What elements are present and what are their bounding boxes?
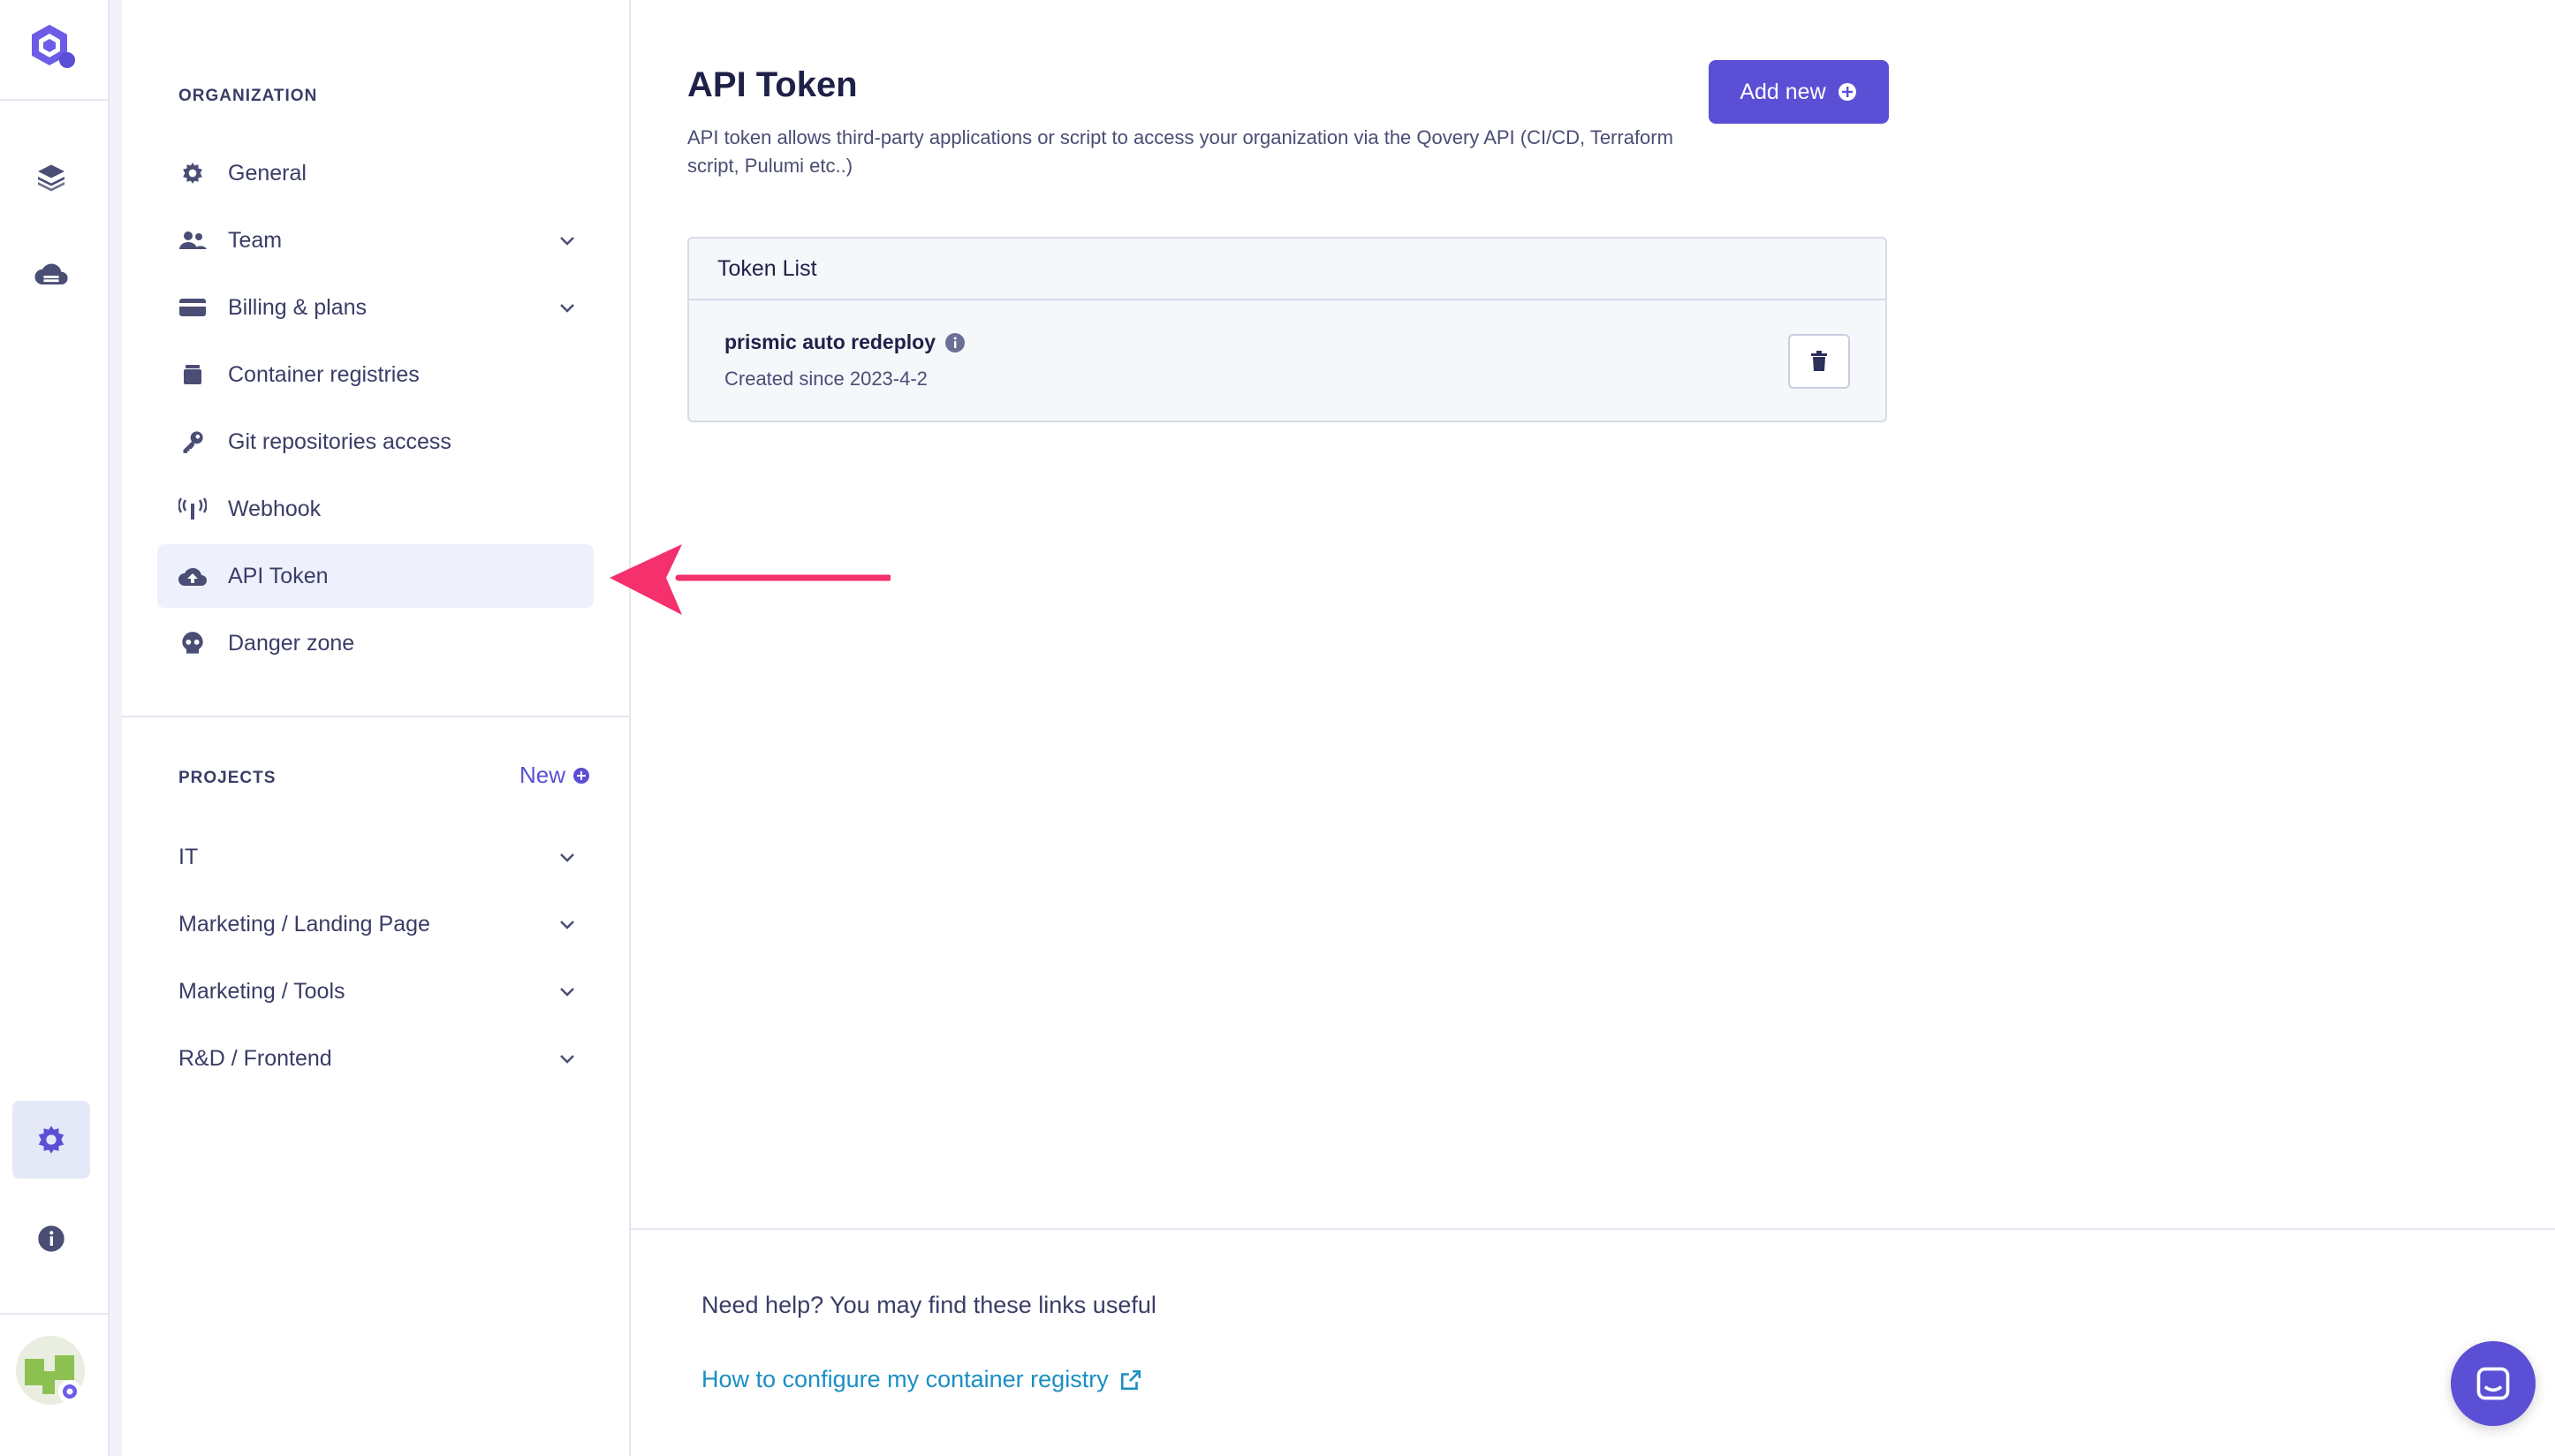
rail-divider [0,1313,108,1315]
chevron-down-icon[interactable] [557,230,578,257]
chevron-down-icon[interactable] [557,914,578,941]
chevron-down-icon[interactable] [557,846,578,874]
token-list-header: Token List [689,239,1885,300]
sidebar-item-webhook[interactable]: Webhook [157,477,594,541]
settings-sidebar: ORGANIZATION General Team Billing & plan… [122,0,631,1456]
sidebar-item-team[interactable]: Team [157,209,594,272]
plus-circle-icon [573,767,590,784]
sidebar-divider [122,716,629,717]
help-text: Need help? You may find these links usef… [701,1292,1156,1318]
token-row: prismic auto redeploy [724,330,966,354]
page-description: API token allows third-party application… [687,126,1673,177]
info-icon[interactable] [12,1200,90,1278]
sidebar-item-label: Webhook [228,496,322,521]
info-icon[interactable] [944,332,966,353]
settings-gear-icon[interactable] [12,1101,90,1179]
footer-divider [631,1228,2555,1230]
chevron-down-icon[interactable] [557,981,578,1008]
token-created-date: Created since 2023-4-2 [724,368,928,390]
sidebar-item-billing[interactable]: Billing & plans [157,276,594,339]
cloud-server-icon[interactable] [12,237,90,315]
org-badge-icon [58,1380,81,1403]
external-link-icon [1120,1369,1141,1390]
trash-icon [1811,351,1827,371]
gear-icon [177,157,208,189]
project-item-marketing-landing[interactable]: Marketing / Landing Page [157,892,594,956]
new-project-button[interactable]: New [519,762,590,789]
page-title: API Token [687,65,858,104]
delete-token-button[interactable] [1788,334,1850,389]
box-icon [177,359,208,391]
credit-card-icon [177,292,208,323]
project-label: Marketing / Tools [178,978,345,1004]
chevron-down-icon[interactable] [557,1048,578,1075]
sidebar-item-label: Billing & plans [228,294,368,320]
chat-icon [2476,1367,2510,1400]
chat-support-button[interactable] [2451,1341,2536,1426]
sidebar-item-label: Container registries [228,361,420,387]
sidebar-item-label: Team [228,227,283,253]
project-label: IT [178,844,199,869]
sidebar-item-label: Danger zone [228,630,355,656]
chevron-down-icon[interactable] [557,297,578,324]
organization-section-title: ORGANIZATION [178,87,318,105]
project-label: R&D / Frontend [178,1045,332,1071]
main-content: API Token API token allows third-party a… [631,0,2555,1456]
rail-divider [0,99,108,101]
icon-rail [0,0,110,1456]
annotation-arrow-icon [610,544,891,615]
new-project-label: New [519,762,566,788]
projects-section-title: PROJECTS [178,769,277,787]
add-new-button[interactable]: Add new [1709,60,1889,124]
sidebar-item-danger-zone[interactable]: Danger zone [157,611,594,675]
sidebar-item-container-registries[interactable]: Container registries [157,343,594,406]
help-link-label: How to configure my container registry [701,1366,1109,1392]
skull-icon [177,627,208,659]
project-label: Marketing / Landing Page [178,911,430,937]
project-item-marketing-tools[interactable]: Marketing / Tools [157,959,594,1023]
cloud-upload-icon [177,560,208,592]
layers-icon[interactable] [12,138,90,216]
project-item-rd-frontend[interactable]: R&D / Frontend [157,1027,594,1090]
sidebar-item-label: General [228,160,307,186]
sidebar-item-general[interactable]: General [157,141,594,205]
sidebar-item-label: API Token [228,563,329,588]
sidebar-item-git-access[interactable]: Git repositories access [157,410,594,474]
help-link[interactable]: How to configure my container registry [701,1366,1142,1393]
sidebar-item-api-token[interactable]: API Token [157,544,594,608]
token-name: prismic auto redeploy [724,330,936,353]
users-icon [177,224,208,256]
add-new-label: Add new [1740,79,1826,104]
sidebar-item-label: Git repositories access [228,428,451,454]
plus-circle-icon [1838,83,1856,101]
key-icon [177,426,208,458]
antenna-icon [177,493,208,525]
token-list-card: Token List prismic auto redeploy Created… [687,237,1887,422]
project-item-it[interactable]: IT [157,825,594,889]
qovery-logo-icon[interactable] [23,18,83,78]
